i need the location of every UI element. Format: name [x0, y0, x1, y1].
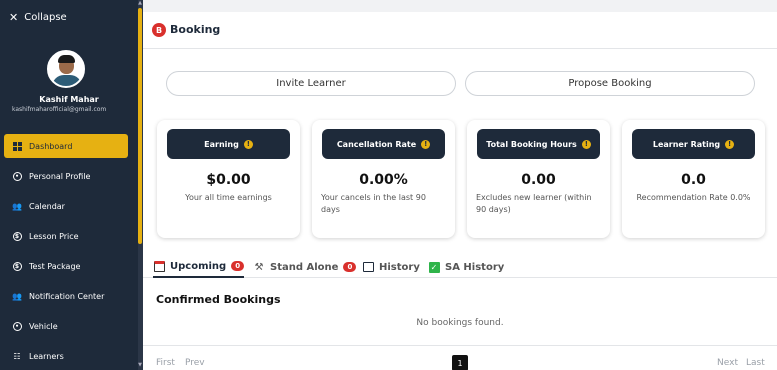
- stat-card-cancellation-rate: Cancellation Rate ! 0.00% Your cancels i…: [312, 120, 455, 238]
- dollar-icon: $: [12, 231, 22, 241]
- learners-icon: ☷: [13, 351, 21, 361]
- users-icon: 👥: [12, 291, 22, 301]
- sidebar-item-lesson-price[interactable]: $ Lesson Price: [4, 224, 128, 248]
- card-value: 0.00: [521, 172, 556, 188]
- sidebar-item-calendar[interactable]: 👥 Calendar: [4, 194, 128, 218]
- main-content: B Booking Invite Learner Propose Booking…: [143, 0, 777, 370]
- empty-state-message: No bookings found.: [416, 318, 504, 328]
- card-header: Cancellation Rate !: [322, 129, 445, 159]
- close-icon: ✕: [9, 11, 19, 24]
- sidebar: ✕ Collapse Kashif Mahar kashifmaharoffic…: [0, 0, 143, 370]
- invite-learner-button[interactable]: Invite Learner: [166, 71, 456, 96]
- stat-card-learner-rating: Learner Rating ! 0.0 Recommendation Rate…: [622, 120, 765, 238]
- sidebar-item-label: Lesson Price: [29, 231, 79, 241]
- top-band: [143, 0, 777, 12]
- checkbox-icon: ✓: [428, 261, 440, 273]
- sidebar-item-dashboard[interactable]: Dashboard: [4, 134, 128, 158]
- card-subtext: Your all time earnings: [185, 193, 272, 202]
- tab-label: Stand Alone: [270, 261, 339, 273]
- page-number-button[interactable]: 1: [452, 355, 468, 370]
- card-header: Total Booking Hours !: [477, 129, 600, 159]
- sidebar-item-learners[interactable]: ☷ Learners: [4, 344, 128, 368]
- card-title: Cancellation Rate: [336, 139, 417, 149]
- sidebar-item-personal-profile[interactable]: • Personal Profile: [4, 164, 128, 188]
- info-icon[interactable]: !: [725, 139, 735, 149]
- user-circle-icon: •: [12, 321, 22, 331]
- booking-tabs: Upcoming 0 ⚒ Stand Alone 0 History ✓ SA …: [143, 252, 777, 278]
- tab-stand-alone[interactable]: ⚒ Stand Alone 0: [253, 256, 357, 278]
- collapse-button[interactable]: ✕ Collapse: [9, 12, 67, 23]
- page-title: Booking: [170, 23, 221, 36]
- dollar-icon: $: [12, 261, 22, 271]
- sidebar-scroll-thumb[interactable]: [138, 8, 142, 244]
- tab-upcoming[interactable]: Upcoming 0: [153, 256, 245, 278]
- section-title: Confirmed Bookings: [156, 293, 281, 306]
- card-value: $0.00: [206, 172, 251, 188]
- sidebar-item-label: Notification Center: [29, 291, 105, 301]
- card-value: 0.00%: [359, 172, 408, 188]
- booking-badge-icon: B: [152, 23, 166, 37]
- card-subtext: Recommendation Rate 0.0%: [636, 193, 751, 202]
- card-title: Learner Rating: [652, 139, 721, 149]
- info-icon[interactable]: !: [243, 139, 253, 149]
- stat-card-earning: Earning ! $0.00 Your all time earnings: [157, 120, 300, 238]
- sidebar-item-label: Personal Profile: [29, 171, 91, 181]
- tools-icon: ⚒: [254, 261, 264, 273]
- card-header: Earning !: [167, 129, 290, 159]
- page-header: B Booking: [143, 12, 777, 49]
- users-icon: 👥: [12, 201, 22, 211]
- first-page-link[interactable]: First: [156, 358, 175, 368]
- sidebar-item-vehicle[interactable]: • Vehicle: [4, 314, 128, 338]
- last-page-link[interactable]: Last: [746, 358, 765, 368]
- tab-sa-history[interactable]: ✓ SA History: [428, 256, 504, 278]
- sidebar-item-notification-center[interactable]: 👥 Notification Center: [4, 284, 128, 308]
- sidebar-item-label: Learners: [29, 351, 64, 361]
- sidebar-item-label: Test Package: [29, 261, 81, 271]
- dashboard-icon: [12, 141, 22, 151]
- avatar: [47, 50, 85, 88]
- card-value: 0.0: [681, 172, 706, 188]
- count-badge: 0: [343, 262, 357, 272]
- divider: [143, 345, 777, 346]
- collapse-label: Collapse: [24, 12, 67, 23]
- card-header: Learner Rating !: [632, 129, 755, 159]
- sidebar-item-test-package[interactable]: $ Test Package: [4, 254, 128, 278]
- tab-label: Upcoming: [170, 260, 227, 272]
- card-subtext: Your cancels in the last 90 days: [321, 193, 426, 214]
- user-name: Kashif Mahar: [39, 95, 99, 104]
- count-badge: 0: [231, 261, 245, 271]
- tab-label: History: [379, 261, 420, 273]
- window-icon: [362, 261, 374, 273]
- user-email: kashifmaharofficial@gmail.com: [12, 106, 107, 113]
- prev-page-link[interactable]: Prev: [185, 358, 205, 368]
- tab-history[interactable]: History: [362, 256, 420, 278]
- propose-booking-button[interactable]: Propose Booking: [465, 71, 755, 96]
- user-circle-icon: •: [12, 171, 22, 181]
- stat-card-total-booking-hours: Total Booking Hours ! 0.00 Excludes new …: [467, 120, 610, 238]
- info-icon[interactable]: !: [421, 139, 431, 149]
- sidebar-item-label: Vehicle: [29, 321, 58, 331]
- next-page-link[interactable]: Next: [717, 358, 738, 368]
- tab-label: SA History: [445, 261, 505, 273]
- card-subtext: Excludes new learner (within 90 days): [476, 193, 592, 214]
- card-title: Total Booking Hours: [486, 139, 577, 149]
- card-title: Earning: [204, 139, 239, 149]
- sidebar-item-label: Calendar: [29, 201, 65, 211]
- sidebar-item-label: Dashboard: [29, 141, 73, 151]
- calendar-icon: [153, 260, 165, 272]
- info-icon[interactable]: !: [581, 139, 591, 149]
